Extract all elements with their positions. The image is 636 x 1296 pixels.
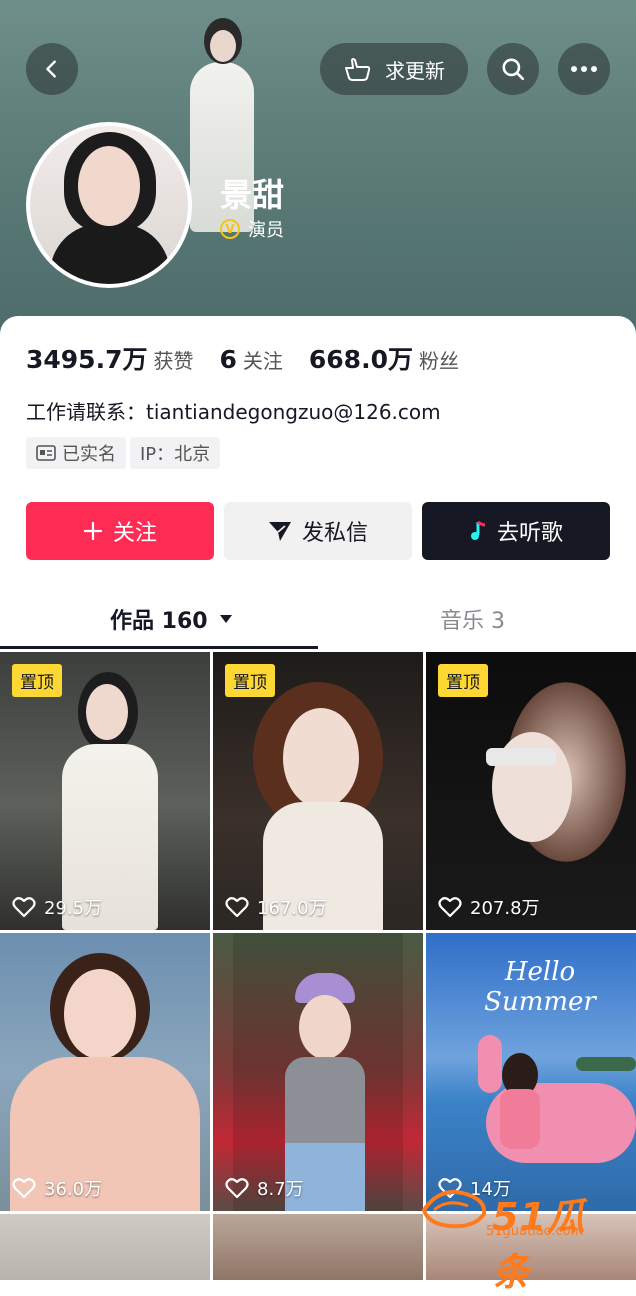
- message-label: 发私信: [301, 521, 368, 546]
- request-update-label: 求更新: [385, 58, 445, 83]
- heart-icon: [225, 1178, 249, 1199]
- video-tile[interactable]: [213, 1214, 423, 1280]
- caret-down-icon: [219, 615, 232, 623]
- video-tile[interactable]: 8.7万: [213, 933, 423, 1211]
- like-count-value: 167.0万: [257, 898, 327, 919]
- active-tab-indicator: [0, 646, 318, 649]
- tab-works-label: 作品 160: [110, 609, 208, 634]
- listen-music-button[interactable]: 去听歌: [422, 502, 610, 560]
- following-count: 6: [219, 345, 237, 374]
- follow-button[interactable]: 关注: [26, 502, 214, 560]
- pointing-hand-icon: [345, 58, 371, 81]
- like-count: 8.7万: [225, 1175, 304, 1201]
- search-icon: [502, 58, 525, 81]
- like-count: 29.5万: [12, 894, 102, 920]
- verified-label: 演员: [248, 220, 284, 241]
- id-card-icon: [36, 445, 56, 461]
- pinned-badge: 置顶: [12, 664, 62, 697]
- watermark: 51瓜条 51guatiao.com: [420, 1180, 620, 1294]
- more-button[interactable]: [558, 43, 610, 95]
- plus-icon: [83, 521, 103, 541]
- verified-tag: V 演员: [220, 216, 284, 242]
- followers-count: 668.0万: [308, 345, 413, 374]
- more-dots-icon: [571, 66, 597, 72]
- back-button[interactable]: [26, 43, 78, 95]
- music-note-icon: [470, 520, 486, 540]
- real-name-label: 已实名: [62, 444, 116, 465]
- search-button[interactable]: [487, 43, 539, 95]
- stats-row: 3495.7万 获赞 6 关注 668.0万 粉丝: [26, 340, 485, 376]
- bio-text: 工作请联系：tiantiandegongzuo@126.com: [26, 400, 441, 424]
- like-count: 36.0万: [12, 1175, 102, 1201]
- content-tabs: 作品 160 音乐 3: [0, 590, 636, 650]
- tab-music[interactable]: 音乐 3: [440, 590, 505, 648]
- like-count-value: 29.5万: [44, 898, 103, 919]
- video-tile[interactable]: 置顶 167.0万: [213, 652, 423, 930]
- video-tile[interactable]: [0, 1214, 210, 1280]
- likes-label: 获赞: [153, 349, 194, 373]
- followers-stat[interactable]: 668.0万 粉丝: [309, 340, 459, 376]
- pinned-badge: 置顶: [438, 664, 488, 697]
- video-tile[interactable]: 36.0万: [0, 933, 210, 1211]
- pinned-badge: 置顶: [225, 664, 275, 697]
- likes-count: 3495.7万: [26, 345, 148, 374]
- profile-name: 景甜: [220, 176, 285, 214]
- like-count-value: 207.8万: [470, 898, 540, 919]
- like-count-value: 8.7万: [257, 1179, 304, 1200]
- heart-icon: [438, 897, 462, 918]
- video-tile[interactable]: Hello Summer 14万: [426, 933, 636, 1211]
- request-update-button[interactable]: 求更新: [320, 43, 468, 95]
- watermark-logo-icon: [421, 1190, 487, 1229]
- heart-icon: [12, 897, 36, 918]
- tab-music-label: 音乐 3: [440, 609, 505, 634]
- v-badge-icon: V: [220, 219, 240, 239]
- like-count: 207.8万: [438, 894, 540, 920]
- avatar[interactable]: [26, 122, 192, 288]
- follow-label: 关注: [112, 521, 157, 546]
- watermark-url: 51guatiao.com: [486, 1224, 584, 1239]
- followers-label: 粉丝: [418, 349, 459, 373]
- following-label: 关注: [242, 349, 283, 373]
- send-icon: [268, 522, 291, 541]
- ip-tag: IP：北京: [130, 437, 221, 469]
- like-count: 167.0万: [225, 894, 327, 920]
- listen-music-label: 去听歌: [496, 521, 563, 546]
- video-tile[interactable]: 置顶 207.8万: [426, 652, 636, 930]
- video-tile[interactable]: 置顶 29.5万: [0, 652, 210, 930]
- heart-icon: [12, 1178, 36, 1199]
- likes-stat[interactable]: 3495.7万 获赞: [26, 340, 193, 376]
- real-name-tag: 已实名: [26, 437, 126, 469]
- summer-text: Hello Summer: [484, 957, 596, 1017]
- message-button[interactable]: 发私信: [224, 502, 412, 560]
- like-count-value: 36.0万: [44, 1179, 103, 1200]
- chevron-left-icon: [46, 60, 56, 78]
- heart-icon: [225, 897, 249, 918]
- ip-label: IP：北京: [140, 444, 211, 465]
- following-stat[interactable]: 6 关注: [219, 345, 282, 374]
- tab-works[interactable]: 作品 160: [110, 590, 234, 648]
